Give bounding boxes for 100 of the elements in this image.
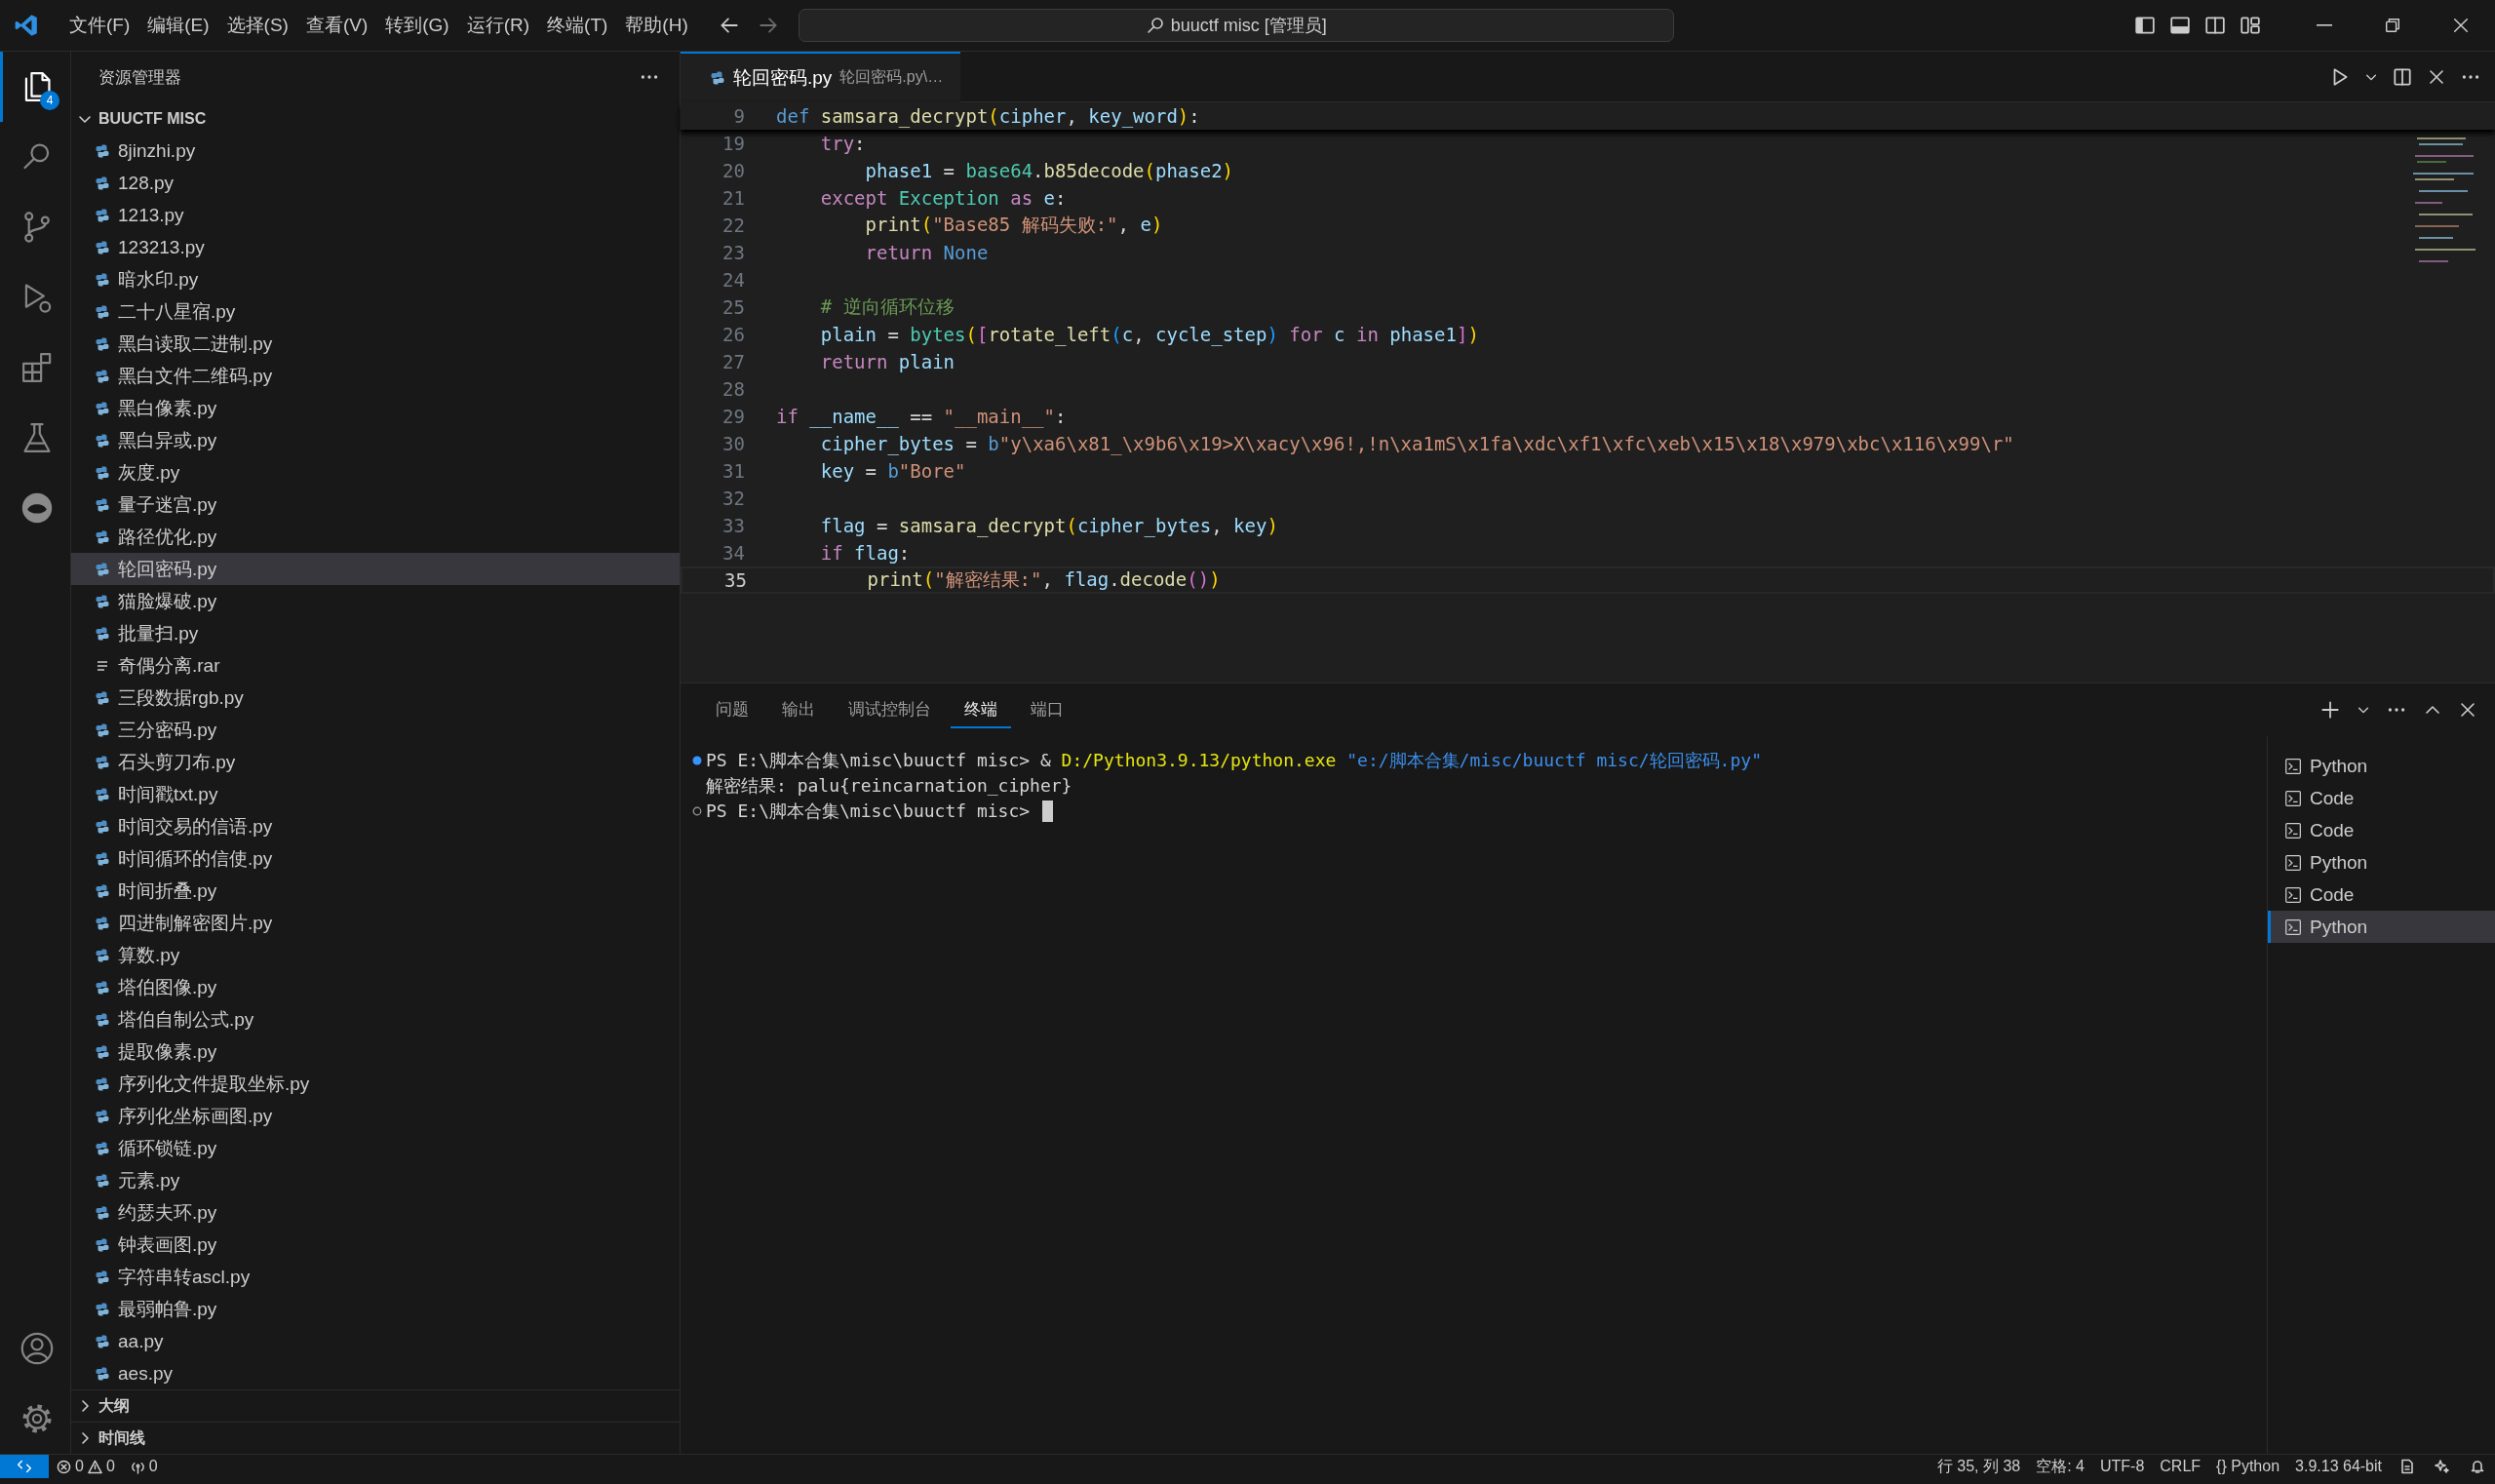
error-icon	[57, 1459, 71, 1474]
panel-tab[interactable]: 问题	[702, 691, 762, 728]
sparkle-icon[interactable]	[2435, 1459, 2450, 1474]
file-item[interactable]: 塔伯自制公式.py	[71, 1003, 680, 1035]
terminal-icon	[2284, 821, 2302, 840]
file-settings-icon[interactable]	[2399, 1459, 2415, 1474]
toggle-sidebar-icon[interactable]	[2134, 15, 2156, 36]
file-item[interactable]: 元素.py	[71, 1164, 680, 1196]
file-item[interactable]: 123213.py	[71, 231, 680, 263]
menu-item[interactable]: 编辑(E)	[138, 7, 218, 44]
file-item[interactable]: 序列化文件提取坐标.py	[71, 1068, 680, 1100]
file-item[interactable]: 时间循环的信使.py	[71, 842, 680, 875]
file-item[interactable]: 灰度.py	[71, 456, 680, 488]
file-item[interactable]: 1213.py	[71, 199, 680, 231]
file-item[interactable]: 最弱帕鲁.py	[71, 1293, 680, 1325]
terminal-item[interactable]: Code	[2268, 782, 2495, 814]
file-item[interactable]: aa.py	[71, 1325, 680, 1357]
file-item[interactable]: 序列化坐标画图.py	[71, 1100, 680, 1132]
status-item[interactable]: UTF-8	[2092, 1455, 2153, 1478]
menu-item[interactable]: 终端(T)	[538, 7, 617, 44]
file-item[interactable]: 循环锁链.py	[71, 1132, 680, 1164]
file-item[interactable]: 黑白读取二进制.py	[71, 328, 680, 360]
file-item[interactable]: 算数.py	[71, 939, 680, 971]
file-item[interactable]: 路径优化.py	[71, 521, 680, 553]
file-item[interactable]: 黑白像素.py	[71, 392, 680, 424]
editor-tab[interactable]: 轮回密码.py 轮回密码.py\…	[681, 51, 961, 102]
file-item[interactable]: 奇偶分离.rar	[71, 649, 680, 682]
file-item[interactable]: 石头剪刀布.py	[71, 746, 680, 778]
folder-header[interactable]: BUUCTF MISC	[71, 102, 680, 135]
terminal-item[interactable]: Python	[2268, 846, 2495, 879]
file-icon	[95, 496, 110, 513]
terminal-icon	[2284, 918, 2302, 936]
file-item[interactable]: 三段数据rgb.py	[71, 682, 680, 714]
file-item[interactable]: 钟表画图.py	[71, 1229, 680, 1261]
file-item[interactable]: 字符串转ascl.py	[71, 1261, 680, 1293]
terminal-item[interactable]: Python	[2268, 911, 2495, 943]
file-icon	[95, 947, 110, 963]
file-item[interactable]: 128.py	[71, 167, 680, 199]
split-editor-icon[interactable]	[2392, 65, 2413, 88]
file-item[interactable]: 塔伯图像.py	[71, 971, 680, 1003]
file-item[interactable]: 时间戳txt.py	[71, 778, 680, 810]
panel-tab[interactable]: 终端	[951, 691, 1011, 728]
toggle-secondary-sidebar-icon[interactable]	[2204, 15, 2226, 36]
file-item[interactable]: 提取像素.py	[71, 1035, 680, 1068]
file-item[interactable]: aes.py	[71, 1357, 680, 1389]
file-icon	[95, 207, 110, 223]
file-item[interactable]: 二十八星宿.py	[71, 295, 680, 328]
menu-item[interactable]: 帮助(H)	[616, 7, 697, 44]
file-item[interactable]: 暗水印.py	[71, 263, 680, 295]
terminal-item[interactable]: Code	[2268, 879, 2495, 911]
file-item[interactable]: 黑白异或.py	[71, 424, 680, 456]
line-number: 21	[721, 187, 745, 209]
file-icon	[95, 239, 110, 255]
code-line: flag = samsara_decrypt(cipher_bytes, key)	[820, 515, 1278, 536]
menu-item[interactable]: 转到(G)	[376, 7, 458, 44]
line-number: 22	[721, 215, 745, 236]
section-header[interactable]: 大纲	[71, 1389, 680, 1422]
customize-layout-icon[interactable]	[2240, 15, 2261, 36]
code-line: phase1 = base64.b85decode(phase2)	[865, 160, 1234, 181]
file-item[interactable]: 约瑟夫环.py	[71, 1196, 680, 1229]
menu-item[interactable]: 选择(S)	[217, 7, 297, 44]
toggle-panel-icon[interactable]	[2169, 15, 2191, 36]
file-item[interactable]: 黑白文件二维码.py	[71, 360, 680, 392]
command-center[interactable]: buuctf misc [管理员]	[798, 9, 1674, 42]
plus-icon[interactable]	[2320, 699, 2341, 721]
terminal-line: PS E:\脚本合集\misc\buuctf misc>	[706, 800, 1032, 823]
file-item[interactable]: 三分密码.py	[71, 714, 680, 746]
status-item[interactable]: {} Python	[2208, 1455, 2288, 1478]
menu-item[interactable]: 文件(F)	[60, 7, 139, 44]
status-item[interactable]: 3.9.13 64-bit	[2287, 1455, 2390, 1478]
file-icon	[95, 882, 110, 899]
status-item[interactable]: 空格: 4	[2028, 1455, 2092, 1478]
file-icon	[95, 528, 110, 545]
file-item[interactable]: 轮回密码.py	[71, 553, 680, 585]
file-item[interactable]: 量子迷宫.py	[71, 488, 680, 521]
restore-icon	[2384, 17, 2401, 34]
ports-button[interactable]: 0	[122, 1455, 166, 1478]
close-icon[interactable]	[2458, 700, 2477, 720]
file-item[interactable]: 8jinzhi.py	[71, 135, 680, 167]
status-item[interactable]: CRLF	[2152, 1455, 2209, 1478]
line-number: 30	[721, 433, 745, 454]
file-item[interactable]: 四进制解密图片.py	[71, 907, 680, 939]
panel-tab[interactable]: 输出	[768, 691, 829, 728]
problems-button[interactable]: 0 0	[49, 1455, 123, 1478]
file-item[interactable]: 时间交易的信语.py	[71, 810, 680, 842]
terminal-item[interactable]: Python	[2268, 750, 2495, 782]
bell-icon[interactable]	[2470, 1459, 2485, 1474]
terminal-item[interactable]: Code	[2268, 814, 2495, 846]
file-icon	[95, 561, 110, 577]
remote-button[interactable]	[0, 1455, 49, 1478]
file-item[interactable]: 猫脸爆破.py	[71, 585, 680, 617]
warning-icon	[87, 1459, 102, 1474]
panel-tab[interactable]: 端口	[1017, 691, 1077, 728]
status-item[interactable]: 行 35, 列 38	[1929, 1455, 2029, 1478]
menu-item[interactable]: 运行(R)	[457, 7, 539, 44]
file-item[interactable]: 时间折叠.py	[71, 875, 680, 907]
menu-item[interactable]: 查看(V)	[296, 7, 377, 44]
file-item[interactable]: 批量扫.py	[71, 617, 680, 649]
file-icon	[95, 1043, 110, 1060]
panel-tab[interactable]: 调试控制台	[835, 691, 945, 728]
